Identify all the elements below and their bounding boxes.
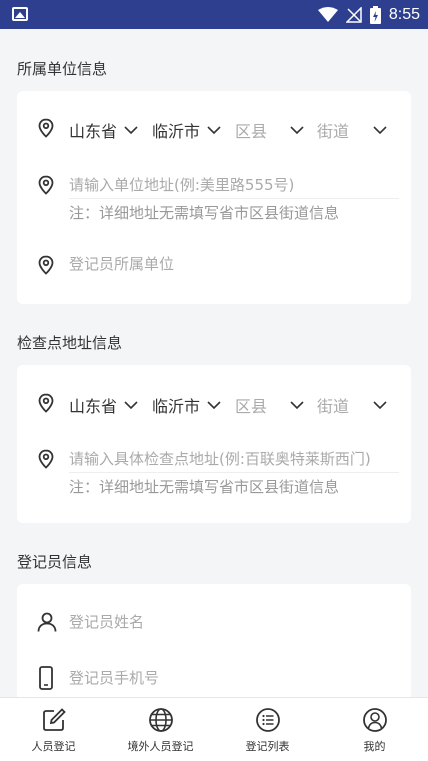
location-pin-icon	[38, 255, 54, 275]
location-pin-icon	[38, 393, 54, 413]
street-select[interactable]: 街道	[317, 393, 349, 417]
list-icon	[255, 708, 280, 732]
no-signal-icon	[345, 7, 362, 23]
chevron-down-icon[interactable]	[207, 400, 221, 410]
status-bar: 8:55	[0, 0, 428, 29]
edit-icon	[42, 708, 66, 731]
tab-registration-list[interactable]: 登记列表	[214, 698, 321, 761]
street-select[interactable]: 街道	[317, 118, 349, 142]
chevron-down-icon[interactable]	[124, 400, 138, 410]
chevron-down-icon[interactable]	[290, 125, 304, 135]
city-select[interactable]: 临沂市	[152, 393, 200, 417]
user-icon	[362, 708, 387, 732]
chevron-down-icon[interactable]	[124, 125, 138, 135]
tab-person-registration[interactable]: 人员登记	[0, 698, 107, 761]
checkpoint-section-title: 检查点地址信息	[17, 334, 123, 352]
person-icon	[37, 612, 57, 632]
unit-org-row: 登记员所属单位	[17, 253, 411, 279]
clock: 8:55	[388, 6, 420, 23]
registrar-section-title: 登记员信息	[17, 553, 93, 571]
checkpoint-address-input[interactable]: 请输入具体检查点地址(例:百联奥特莱斯西门)	[69, 448, 371, 469]
phone-icon	[39, 666, 53, 690]
tab-label: 境外人员登记	[127, 740, 194, 753]
tab-label: 人员登记	[31, 740, 76, 753]
system-tray: 8:55	[317, 4, 420, 26]
address-note: 注：详细地址无需填写省市区县街道信息	[69, 204, 340, 222]
globe-icon	[148, 708, 173, 732]
address-note: 注：详细地址无需填写省市区县街道信息	[69, 478, 340, 496]
province-select[interactable]: 山东省	[69, 118, 117, 142]
checkpoint-card: 山东省 临沂市 区县 街道 请输入具体检查点地址(例:百联奥特莱斯西门) 注：详…	[17, 365, 411, 523]
unit-section-title: 所属单位信息	[17, 60, 108, 78]
registrar-name-input[interactable]: 登记员姓名	[69, 611, 144, 632]
registrar-phone-input[interactable]: 登记员手机号	[69, 667, 159, 688]
unit-card: 山东省 临沂市 区县 街道 请输入单位地址(例:美里路555号) 注：详细地址无…	[17, 91, 411, 304]
wifi-icon	[317, 7, 338, 22]
location-pin-icon	[38, 175, 54, 195]
unit-address-row: 请输入单位地址(例:美里路555号) 注：详细地址无需填写省市区县街道信息	[17, 173, 411, 225]
chevron-down-icon[interactable]	[207, 125, 221, 135]
unit-region-row: 山东省 临沂市 区县 街道	[17, 115, 411, 141]
unit-org-input[interactable]: 登记员所属单位	[69, 253, 174, 274]
tab-label: 我的	[363, 740, 386, 753]
checkpoint-region-row: 山东省 临沂市 区县 街道	[17, 390, 411, 416]
province-select[interactable]: 山东省	[69, 393, 117, 417]
input-underline	[69, 472, 399, 473]
location-pin-icon	[38, 449, 54, 469]
image-notification-icon	[12, 7, 28, 21]
registrar-card: 登记员姓名 登记员手机号	[17, 584, 411, 697]
unit-address-input[interactable]: 请输入单位地址(例:美里路555号)	[69, 174, 294, 195]
chevron-down-icon[interactable]	[373, 400, 387, 410]
tab-mine[interactable]: 我的	[321, 698, 428, 761]
district-select[interactable]: 区县	[235, 393, 267, 417]
location-pin-icon	[38, 118, 54, 138]
chevron-down-icon[interactable]	[373, 125, 387, 135]
district-select[interactable]: 区县	[235, 118, 267, 142]
registrar-name-row: 登记员姓名	[17, 610, 411, 636]
bottom-tab-bar: 人员登记 境外人员登记 登记列表 我的	[0, 697, 428, 761]
city-select[interactable]: 临沂市	[152, 118, 200, 142]
chevron-down-icon[interactable]	[290, 400, 304, 410]
checkpoint-address-row: 请输入具体检查点地址(例:百联奥特莱斯西门) 注：详细地址无需填写省市区县街道信…	[17, 447, 411, 499]
battery-charging-icon	[369, 6, 381, 24]
tab-foreign-registration[interactable]: 境外人员登记	[107, 698, 214, 761]
input-underline	[69, 198, 399, 199]
tab-label: 登记列表	[245, 740, 290, 753]
registrar-phone-row: 登记员手机号	[17, 666, 411, 692]
